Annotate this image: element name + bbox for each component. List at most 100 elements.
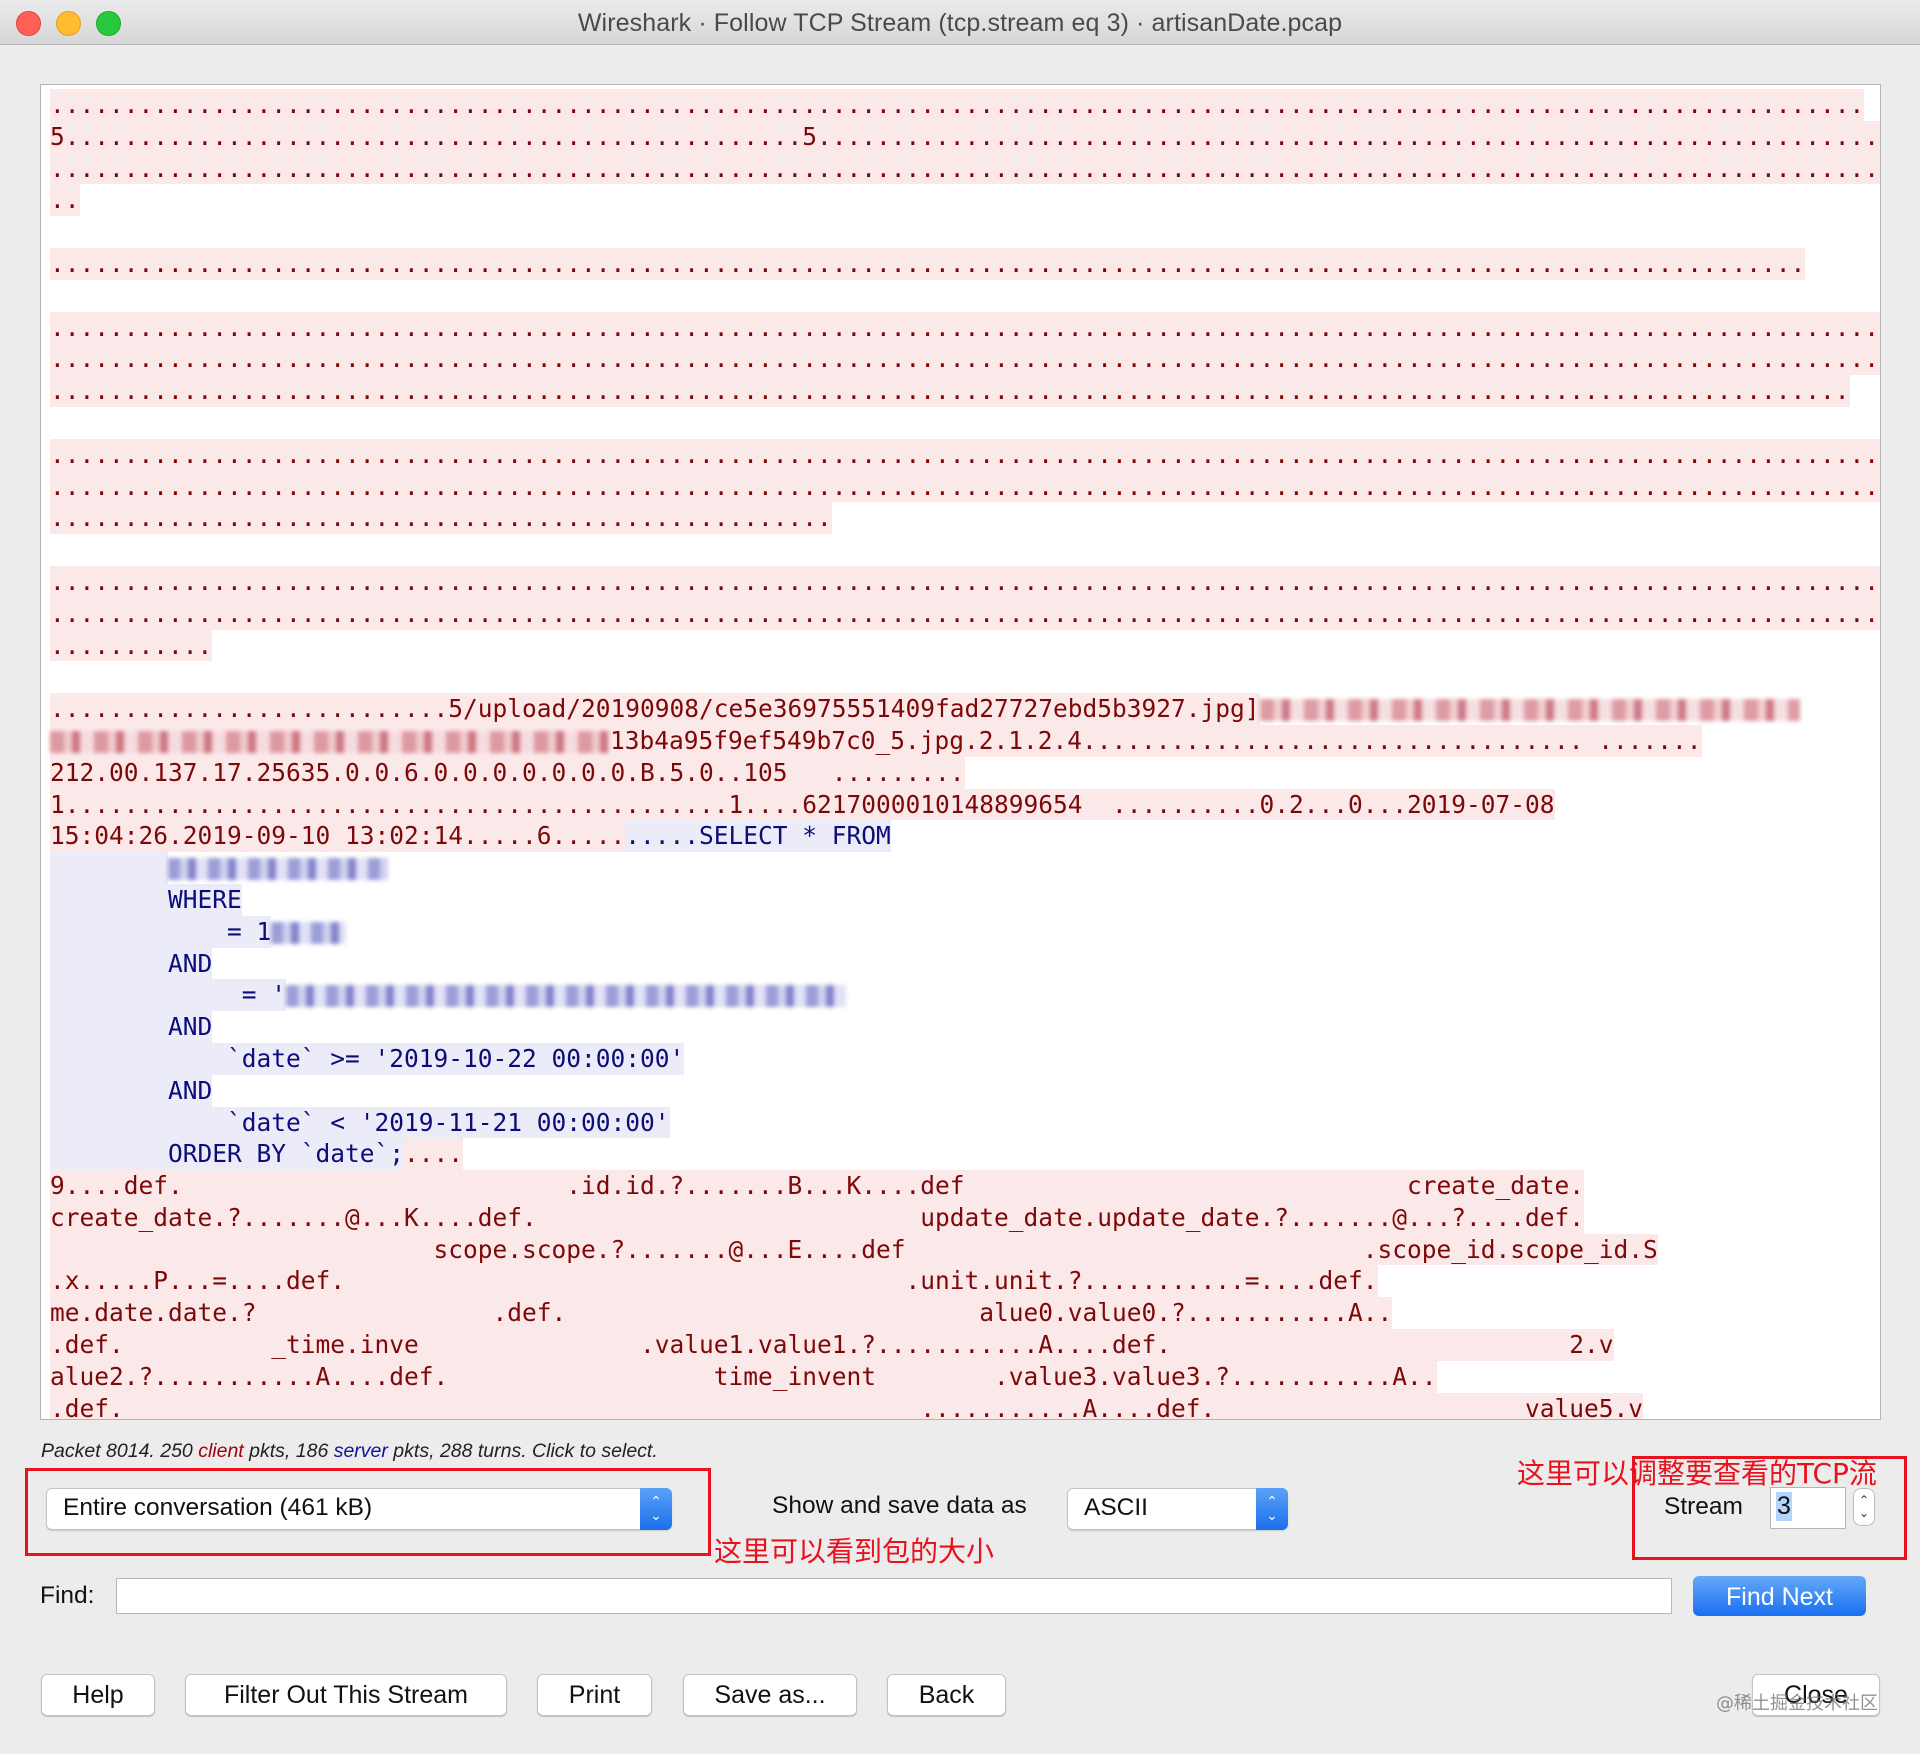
stream-line: AND: [50, 947, 1880, 980]
stream-lines: ........................................…: [50, 89, 1880, 1419]
find-next-label: Find Next: [1726, 1583, 1833, 1611]
client-data: ........................................…: [50, 438, 1880, 471]
stream-line: `date` >= '2019-10-22 00:00:00': [50, 1042, 1880, 1075]
client-data: 5.......................................…: [50, 120, 1880, 153]
stream-line: ........................................…: [50, 152, 1880, 185]
watermark: @稀土掘金技术社区: [1716, 1693, 1878, 1714]
server-data: WHERE: [50, 883, 242, 916]
server-data: ORDER BY `date`;: [50, 1138, 405, 1171]
stream-line: [50, 216, 1880, 248]
annotation-size-note: 这里可以看到包的大小: [714, 1535, 995, 1568]
client-data: ........................................…: [50, 152, 1880, 185]
stream-line: [50, 852, 1880, 884]
client-data: 212.00.137.17.25635.0.0.6.0.0.0.0.0.0.0.…: [50, 756, 965, 789]
find-input[interactable]: [116, 1578, 1672, 1614]
client-data: ...........................5/upload/2019…: [50, 693, 1260, 725]
redacted-data: [286, 985, 847, 1008]
client-data: ........................................…: [50, 470, 1880, 503]
status-prefix: Packet 8014. 250: [41, 1440, 199, 1462]
server-data: .....SELECT * FROM: [625, 820, 891, 853]
redacted-data: [271, 921, 347, 944]
back-button[interactable]: Back: [887, 1674, 1006, 1716]
client-data: ........................................…: [50, 565, 1880, 598]
stream-line: [50, 280, 1880, 312]
stream-line: ........................................…: [50, 247, 1880, 280]
server-data: `date` < '2019-11-21 00:00:00': [50, 1106, 670, 1139]
stepper-up-icon[interactable]: ⌃: [1859, 1493, 1869, 1507]
stream-line: alue2.?...........A....def. time_invent …: [50, 1360, 1880, 1393]
stream-stepper[interactable]: ⌃ ⌄: [1853, 1488, 1875, 1526]
stream-line: ........................................…: [50, 597, 1880, 630]
server-data: AND: [50, 1011, 213, 1043]
stream-line: ........................................…: [50, 343, 1880, 376]
filter-out-stream-button[interactable]: Filter Out This Stream: [185, 1674, 507, 1716]
stream-number-input[interactable]: 3: [1770, 1487, 1846, 1529]
status-client-word: client: [198, 1440, 244, 1462]
redacted-data: [1259, 699, 1800, 722]
client-data: 9....def. .id.id.?.......B...K....def cr…: [50, 1170, 1585, 1202]
show-as-select-value: ASCII: [1084, 1494, 1148, 1521]
stream-line: 1.......................................…: [50, 788, 1880, 821]
client-data: create_date.?.......@...K....def. update…: [50, 1201, 1585, 1234]
stream-line: [50, 534, 1880, 566]
server-data: = ': [50, 979, 287, 1012]
save-as-button[interactable]: Save as...: [683, 1674, 857, 1716]
client-data: ........................................…: [50, 343, 1880, 376]
conversation-select[interactable]: Entire conversation (461 kB) ⌃ ⌄: [46, 1488, 672, 1530]
stream-line: ..: [50, 184, 1880, 217]
stream-line: 212.00.137.17.25635.0.0.6.0.0.0.0.0.0.0.…: [50, 756, 1880, 789]
redacted-data: [50, 730, 610, 753]
stream-line: AND: [50, 1074, 1880, 1107]
stream-line: 5.......................................…: [50, 120, 1880, 153]
client-data: .x.....P...=....def. .unit.unit.?.......…: [50, 1265, 1378, 1298]
stream-line: 13b4a95f9ef549b7c0_5.jpg.2.1.2.4........…: [50, 724, 1880, 757]
updown-chevron-icon: ⌃ ⌄: [640, 1488, 672, 1530]
stream-line: 9....def. .id.id.?.......B...K....def cr…: [50, 1170, 1880, 1202]
stream-line: ........................................…: [50, 470, 1880, 503]
help-button[interactable]: Help: [41, 1674, 155, 1716]
client-data: scope.scope.?.......@...E....def .scope_…: [50, 1233, 1658, 1266]
client-data: ........................................…: [50, 502, 832, 535]
client-data: alue2.?...........A....def. time_invent …: [50, 1360, 1437, 1393]
client-data: ..: [50, 184, 80, 217]
server-data: `date` >= '2019-10-22 00:00:00': [50, 1042, 685, 1075]
stream-line: ........................................…: [50, 438, 1880, 471]
client-data: 1.......................................…: [50, 788, 1555, 821]
stream-content-view[interactable]: ........................................…: [40, 84, 1881, 1420]
client-data: ....: [404, 1138, 464, 1171]
show-as-select[interactable]: ASCII ⌃ ⌄: [1067, 1488, 1288, 1530]
stream-line: .x.....P...=....def. .unit.unit.?.......…: [50, 1265, 1880, 1298]
stream-line: ........................................…: [50, 89, 1880, 121]
client-data: .def. ...........A....def. value5.v: [50, 1392, 1644, 1419]
redacted-data: [168, 858, 389, 881]
stream-line: WHERE: [50, 883, 1880, 916]
print-button[interactable]: Print: [537, 1674, 652, 1716]
stream-line: create_date.?.......@...K....def. update…: [50, 1201, 1880, 1234]
stream-line: ........................................…: [50, 311, 1880, 344]
client-data: ........................................…: [50, 597, 1880, 630]
client-data: ...........: [50, 629, 213, 662]
stream-label: Stream: [1664, 1493, 1743, 1520]
stepper-down-icon[interactable]: ⌄: [1859, 1506, 1869, 1520]
conversation-select-value: Entire conversation (461 kB): [63, 1494, 373, 1521]
server-data: = 1: [50, 915, 272, 948]
stream-line: AND: [50, 1011, 1880, 1043]
stream-line: .def. _time.inve .value1.value1.?.......…: [50, 1329, 1880, 1361]
client-data: 13b4a95f9ef549b7c0_5.jpg.2.1.2.4........…: [610, 724, 1702, 757]
stream-line: .def. ...........A....def. value5.v: [50, 1392, 1880, 1419]
stream-status-text: Packet 8014. 250 client pkts, 186 server…: [41, 1440, 658, 1463]
stream-line: ...........................5/upload/2019…: [50, 693, 1880, 725]
stream-line: ........................................…: [50, 502, 1880, 535]
stream-line: = 1: [50, 915, 1880, 948]
stream-line: ........................................…: [50, 375, 1880, 407]
client-data: .def. _time.inve .value1.value1.?.......…: [50, 1329, 1614, 1361]
stream-line: [50, 661, 1880, 693]
stream-line: ...........: [50, 629, 1880, 662]
server-data: AND: [50, 947, 213, 980]
server-data: AND: [50, 1074, 213, 1107]
stream-line: ORDER BY `date`;....: [50, 1138, 1880, 1171]
show-as-label: Show and save data as: [772, 1492, 1027, 1519]
server-data: [50, 852, 169, 884]
find-next-button[interactable]: Find Next: [1693, 1576, 1866, 1616]
find-label: Find:: [40, 1582, 95, 1609]
